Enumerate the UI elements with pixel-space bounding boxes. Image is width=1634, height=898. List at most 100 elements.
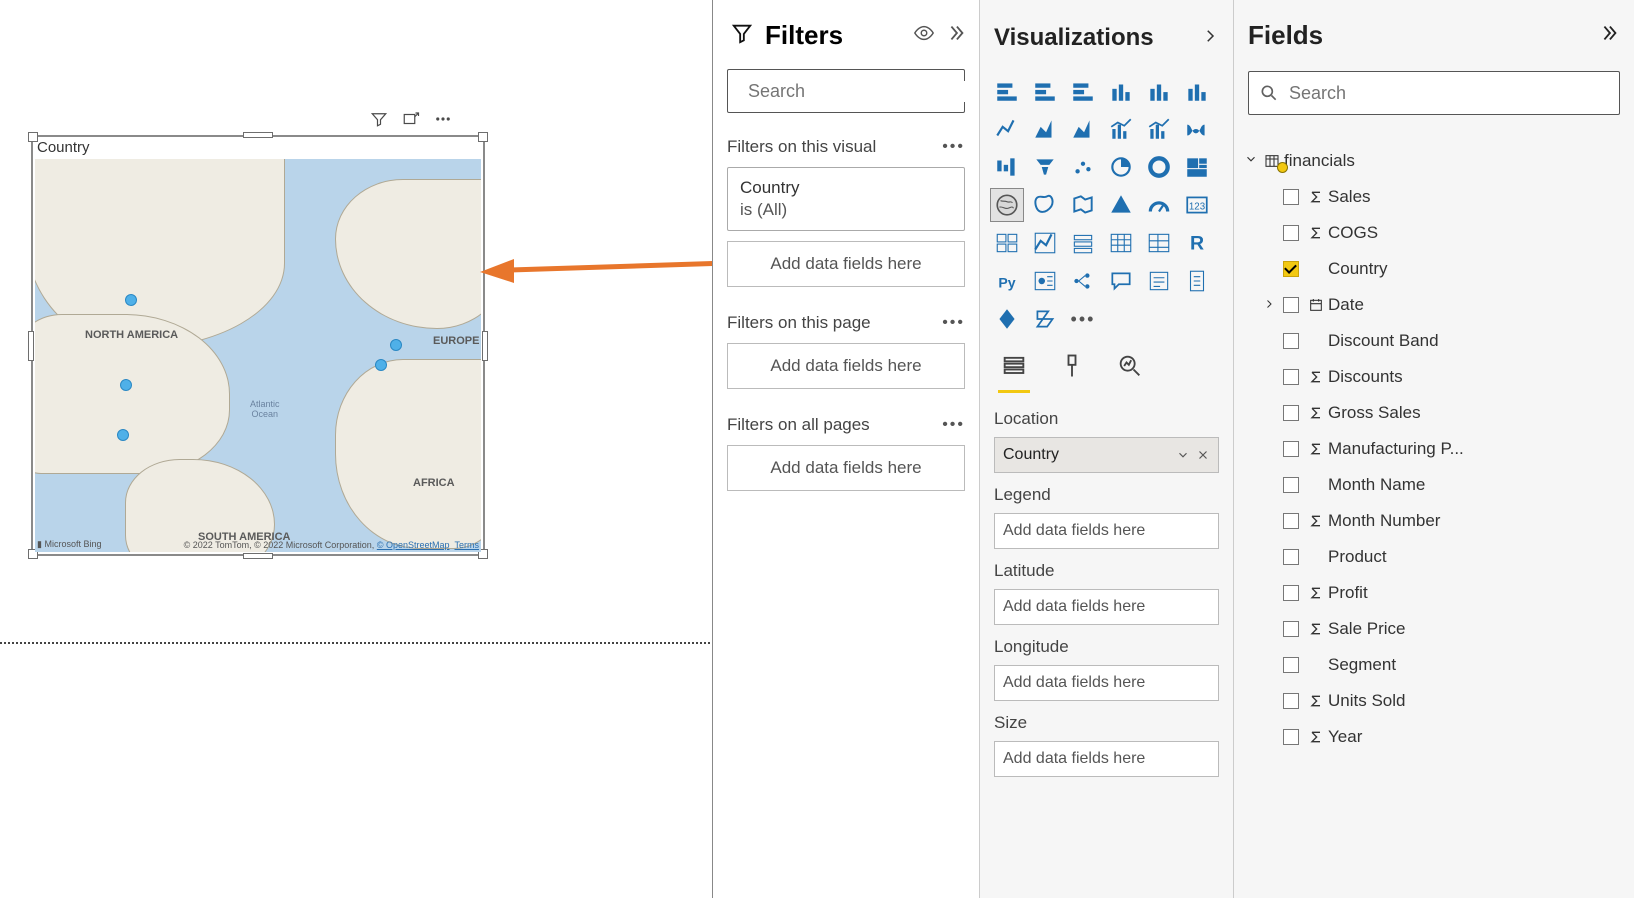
map-point[interactable] <box>125 294 137 306</box>
field-product[interactable]: Product <box>1242 539 1634 575</box>
viz-waterfall[interactable] <box>990 150 1024 184</box>
field-date[interactable]: Date <box>1242 287 1634 323</box>
field-month-name[interactable]: Month Name <box>1242 467 1634 503</box>
more-icon[interactable]: ••• <box>942 314 965 332</box>
fields-search[interactable] <box>1248 71 1620 115</box>
field-checkbox[interactable] <box>1283 477 1299 493</box>
field-country[interactable]: Country <box>1242 251 1634 287</box>
viz-ribbon[interactable] <box>1180 112 1214 146</box>
more-icon[interactable]: ••• <box>942 416 965 434</box>
eye-icon[interactable] <box>903 22 935 49</box>
format-tab[interactable] <box>1058 352 1086 391</box>
field-units-sold[interactable]: Units Sold <box>1242 683 1634 719</box>
viz-donut[interactable] <box>1142 150 1176 184</box>
field-checkbox[interactable] <box>1283 549 1299 565</box>
collapse-icon[interactable] <box>1242 151 1260 171</box>
filters-search[interactable] <box>727 69 965 113</box>
field-manufacturing-p-[interactable]: Manufacturing P... <box>1242 431 1634 467</box>
viz-multi-card[interactable] <box>990 226 1024 260</box>
viz-scatter[interactable] <box>1066 150 1100 184</box>
viz-column-stacked[interactable] <box>1104 74 1138 108</box>
viz-filled-map[interactable] <box>1028 188 1062 222</box>
table-financials[interactable]: financials <box>1242 143 1634 179</box>
collapse-icon[interactable] <box>935 22 967 49</box>
chevron-down-icon[interactable] <box>1176 448 1190 462</box>
viz-treemap[interactable] <box>1180 150 1214 184</box>
map-body[interactable]: NORTH AMERICA EUROPE AFRICA SOUTH AMERIC… <box>35 159 481 552</box>
viz-bar-100[interactable] <box>1066 74 1100 108</box>
field-profit[interactable]: Profit <box>1242 575 1634 611</box>
viz-paginated[interactable] <box>1180 264 1214 298</box>
viz-more[interactable]: ••• <box>1066 302 1100 336</box>
viz-matrix[interactable] <box>1142 226 1176 260</box>
filter-icon[interactable] <box>370 110 388 133</box>
collapse-icon[interactable] <box>1598 22 1620 49</box>
report-canvas[interactable]: Country NORTH AMERICA EUROPE AFRICA SOUT… <box>0 0 710 898</box>
field-sales[interactable]: Sales <box>1242 179 1634 215</box>
field-month-number[interactable]: Month Number <box>1242 503 1634 539</box>
field-checkbox[interactable] <box>1283 729 1299 745</box>
field-checkbox[interactable] <box>1283 585 1299 601</box>
viz-pie[interactable] <box>1104 150 1138 184</box>
field-checkbox[interactable] <box>1283 621 1299 637</box>
viz-area[interactable] <box>1028 112 1062 146</box>
field-segment[interactable]: Segment <box>1242 647 1634 683</box>
map-point[interactable] <box>117 429 129 441</box>
field-discount-band[interactable]: Discount Band <box>1242 323 1634 359</box>
field-year[interactable]: Year <box>1242 719 1634 755</box>
field-gross-sales[interactable]: Gross Sales <box>1242 395 1634 431</box>
fields-tab[interactable] <box>1000 352 1028 391</box>
viz-column-100[interactable] <box>1180 74 1214 108</box>
viz-kpi[interactable] <box>1028 226 1062 260</box>
viz-r-visual[interactable]: R <box>1180 226 1214 260</box>
visual-filter-drop[interactable]: Add data fields here <box>727 241 965 287</box>
field-sale-price[interactable]: Sale Price <box>1242 611 1634 647</box>
viz-qna[interactable] <box>1104 264 1138 298</box>
field-checkbox[interactable] <box>1283 261 1299 277</box>
legend-drop[interactable]: Add data fields here <box>994 513 1219 549</box>
viz-card[interactable]: 123 <box>1180 188 1214 222</box>
analytics-tab[interactable] <box>1116 352 1144 391</box>
field-checkbox[interactable] <box>1283 189 1299 205</box>
longitude-drop[interactable]: Add data fields here <box>994 665 1219 701</box>
viz-azure-map[interactable] <box>1104 188 1138 222</box>
filters-search-input[interactable] <box>748 81 980 102</box>
field-checkbox[interactable] <box>1283 333 1299 349</box>
all-pages-filter-drop[interactable]: Add data fields here <box>727 445 965 491</box>
latitude-drop[interactable]: Add data fields here <box>994 589 1219 625</box>
map-point[interactable] <box>375 359 387 371</box>
chevron-right-icon[interactable] <box>1201 27 1219 50</box>
location-field[interactable]: Country <box>994 437 1219 473</box>
field-checkbox[interactable] <box>1283 369 1299 385</box>
viz-line[interactable] <box>990 112 1024 146</box>
fields-search-input[interactable] <box>1289 83 1609 104</box>
field-checkbox[interactable] <box>1283 693 1299 709</box>
viz-line-column[interactable] <box>1104 112 1138 146</box>
viz-funnel[interactable] <box>1028 150 1062 184</box>
map-visual[interactable]: Country NORTH AMERICA EUROPE AFRICA SOUT… <box>31 135 485 556</box>
viz-gauge[interactable] <box>1142 188 1176 222</box>
viz-bar-clustered[interactable] <box>1028 74 1062 108</box>
viz-power-apps[interactable] <box>990 302 1024 336</box>
field-discounts[interactable]: Discounts <box>1242 359 1634 395</box>
map-point[interactable] <box>390 339 402 351</box>
viz-power-automate[interactable] <box>1028 302 1062 336</box>
viz-decomposition[interactable] <box>1066 264 1100 298</box>
remove-icon[interactable] <box>1196 448 1210 462</box>
viz-line-column-stacked[interactable] <box>1142 112 1176 146</box>
viz-table[interactable] <box>1104 226 1138 260</box>
viz-slicer[interactable] <box>1066 226 1100 260</box>
viz-bar-stacked[interactable] <box>990 74 1024 108</box>
field-checkbox[interactable] <box>1283 657 1299 673</box>
field-checkbox[interactable] <box>1283 405 1299 421</box>
filter-card-country[interactable]: Country is (All) <box>727 167 965 231</box>
viz-narrative[interactable] <box>1142 264 1176 298</box>
viz-column-clustered[interactable] <box>1142 74 1176 108</box>
field-cogs[interactable]: COGS <box>1242 215 1634 251</box>
more-options-icon[interactable] <box>434 110 452 133</box>
field-checkbox[interactable] <box>1283 441 1299 457</box>
expand-icon[interactable] <box>1260 295 1278 315</box>
viz-key-influencers[interactable] <box>1028 264 1062 298</box>
map-point[interactable] <box>120 379 132 391</box>
focus-mode-icon[interactable] <box>402 110 420 133</box>
